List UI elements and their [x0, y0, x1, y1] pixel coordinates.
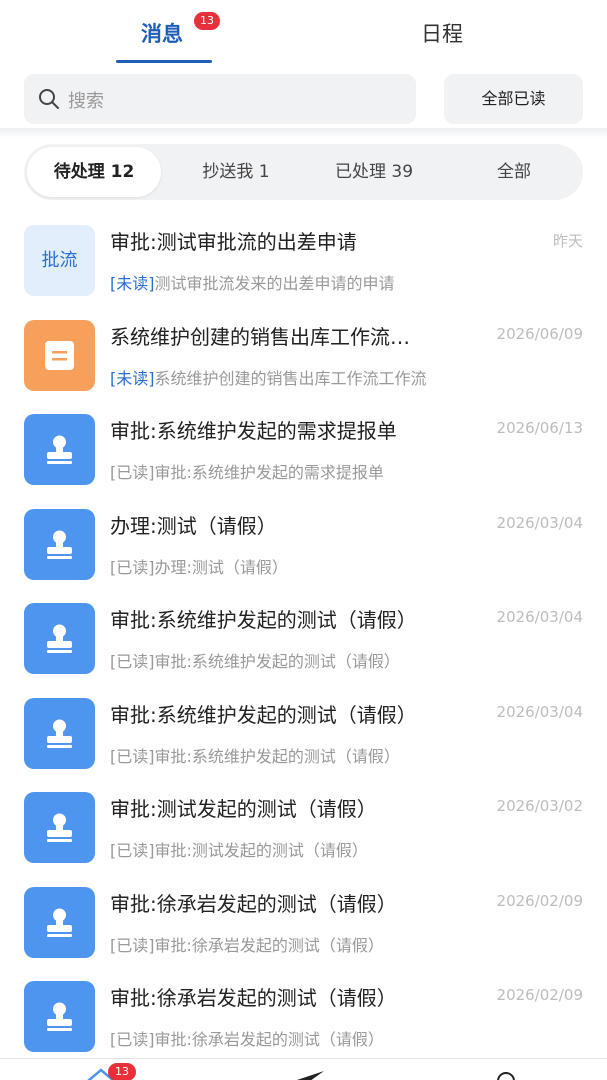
status-tag: [已读]	[110, 935, 155, 955]
filter-processed[interactable]: 已处理 39	[309, 144, 439, 200]
list-item[interactable]: 系统维护创建的销售出库工作流… 2026/06/09 [未读]系统维护创建的销售…	[0, 305, 607, 400]
item-date: 2026/02/09	[496, 986, 583, 1004]
top-tab-bar: 消息 13 日程	[0, 0, 607, 66]
approval-flow-icon: 批流	[24, 225, 95, 296]
item-preview: [已读]审批:测试发起的测试（请假）	[110, 837, 490, 861]
preview-text: 审批:徐承岩发起的测试（请假）	[154, 935, 384, 955]
item-title: 审批:测试审批流的出差申请	[110, 230, 357, 254]
item-date: 2026/02/09	[496, 891, 583, 910]
item-preview: [已读]审批:系统维护发起的需求提报单	[110, 459, 490, 483]
item-preview: [已读]审批:徐承岩发起的测试（请假）	[110, 932, 490, 956]
status-tag: [已读]	[110, 557, 155, 577]
filter-all[interactable]: 全部	[449, 144, 579, 200]
filter-pending[interactable]: 待处理 12	[27, 147, 161, 197]
item-preview: [已读]办理:测试（请假）	[110, 554, 490, 578]
mark-all-read-button[interactable]: 全部已读	[444, 74, 583, 124]
item-preview: [未读]测试审批流发来的出差申请的申请	[110, 270, 490, 294]
profile-icon[interactable]	[494, 1071, 518, 1080]
item-title: 审批:测试发起的测试（请假）	[110, 797, 377, 821]
item-title: 审批:系统维护发起的测试（请假）	[110, 608, 417, 632]
item-date: 2026/03/04	[496, 702, 583, 721]
list-item[interactable]: 审批:徐承岩发起的测试（请假） 2026/02/09 [已读]审批:徐承岩发起的…	[0, 966, 607, 1061]
item-preview: [未读]系统维护创建的销售出库工作流工作流	[110, 365, 490, 389]
list-item[interactable]: 办理:测试（请假） 2026/03/04 [已读]办理:测试（请假）	[0, 494, 607, 589]
list-item[interactable]: 审批:系统维护发起的需求提报单 2026/06/13 [已读]审批:系统维护发起…	[0, 399, 607, 494]
stamp-icon	[24, 603, 95, 674]
preview-text: 审批:系统维护发起的需求提报单	[154, 463, 384, 482]
stamp-icon	[24, 981, 95, 1052]
preview-text: 测试审批流发来的出差申请的申请	[154, 274, 395, 293]
message-list: 批流 审批:测试审批流的出差申请 昨天 [未读]测试审批流发来的出差申请的申请 …	[0, 210, 607, 1061]
status-tag: [已读]	[110, 1030, 155, 1049]
stamp-icon	[24, 886, 95, 958]
status-tag: [已读]	[110, 841, 155, 860]
item-preview: [已读]审批:徐承岩发起的测试（请假）	[110, 1026, 490, 1050]
search-icon	[39, 89, 59, 109]
preview-text: 办理:测试（请假）	[154, 557, 288, 577]
item-title: 审批:徐承岩发起的测试（请假）	[110, 986, 397, 1010]
tab-messages[interactable]: 消息	[141, 18, 183, 48]
list-item[interactable]: 审批:徐承岩发起的测试（请假） 2026/02/09 [已读]审批:徐承岩发起的…	[0, 872, 607, 967]
search-placeholder: 搜索	[68, 91, 104, 112]
stamp-icon	[24, 414, 95, 485]
stamp-icon	[24, 697, 95, 769]
status-tag: [未读]	[110, 274, 155, 293]
item-title: 审批:系统维护发起的测试（请假）	[110, 702, 417, 727]
active-tab-indicator	[116, 60, 212, 63]
item-date: 2026/03/04	[496, 513, 583, 532]
preview-text: 审批:徐承岩发起的测试（请假）	[154, 1030, 384, 1049]
preview-text: 系统维护创建的销售出库工作流工作流	[154, 368, 427, 388]
list-item[interactable]: 审批:系统维护发起的测试（请假） 2026/03/04 [已读]审批:系统维护发…	[0, 588, 607, 683]
filter-segmented-control: 待处理 12 抄送我 1 已处理 39 全部	[24, 144, 583, 200]
item-date: 昨天	[552, 232, 583, 250]
item-date: 2026/03/04	[496, 608, 583, 626]
tab-schedule[interactable]: 日程	[421, 18, 463, 48]
send-icon[interactable]	[292, 1069, 326, 1080]
document-icon	[24, 319, 95, 391]
item-date: 2026/03/02	[496, 797, 583, 815]
list-item[interactable]: 批流 审批:测试审批流的出差申请 昨天 [未读]测试审批流发来的出差申请的申请	[0, 210, 607, 305]
item-preview: [已读]审批:系统维护发起的测试（请假）	[110, 648, 490, 672]
stamp-icon	[24, 792, 95, 863]
item-preview: [已读]审批:系统维护发起的测试（请假）	[110, 743, 490, 767]
stamp-icon	[24, 508, 95, 580]
preview-text: 审批:系统维护发起的测试（请假）	[154, 746, 400, 766]
filter-cc-me[interactable]: 抄送我 1	[171, 144, 301, 200]
list-item[interactable]: 审批:系统维护发起的测试（请假） 2026/03/04 [已读]审批:系统维护发…	[0, 683, 607, 778]
preview-text: 审批:系统维护发起的测试（请假）	[154, 652, 400, 671]
status-tag: [已读]	[110, 463, 155, 482]
search-input[interactable]: 搜索	[24, 74, 416, 124]
item-title: 审批:系统维护发起的需求提报单	[110, 419, 397, 443]
status-tag: [已读]	[110, 746, 155, 766]
preview-text: 审批:测试发起的测试（请假）	[154, 841, 368, 860]
item-date: 2026/06/09	[496, 324, 583, 343]
status-tag: [未读]	[110, 368, 155, 388]
list-item[interactable]: 审批:测试发起的测试（请假） 2026/03/02 [已读]审批:测试发起的测试…	[0, 777, 607, 872]
item-title: 系统维护创建的销售出库工作流…	[110, 324, 410, 349]
item-date: 2026/06/13	[496, 419, 583, 437]
bottom-nav-bar: 13	[0, 1058, 607, 1080]
item-title: 审批:徐承岩发起的测试（请假）	[110, 891, 397, 916]
header-divider	[0, 128, 607, 138]
messages-unread-badge: 13	[194, 12, 220, 30]
status-tag: [已读]	[110, 652, 155, 671]
nav-unread-badge: 13	[108, 1063, 136, 1080]
item-title: 办理:测试（请假）	[110, 513, 277, 538]
